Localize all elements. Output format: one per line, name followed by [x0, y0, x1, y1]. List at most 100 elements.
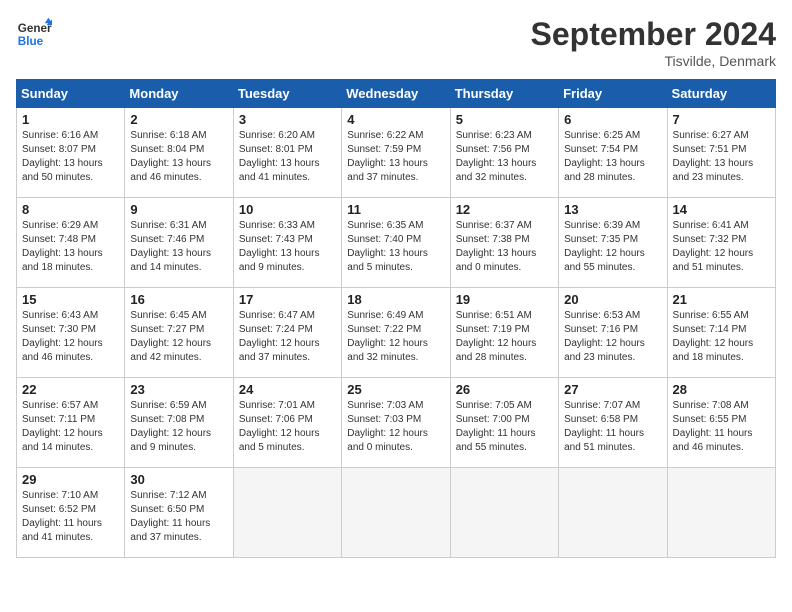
day-number: 6	[564, 112, 661, 127]
day-number: 16	[130, 292, 227, 307]
day-number: 12	[456, 202, 553, 217]
title-area: September 2024 Tisvilde, Denmark	[531, 16, 776, 69]
day-info: Sunrise: 6:18 AMSunset: 8:04 PMDaylight:…	[130, 129, 227, 185]
svg-text:General: General	[18, 22, 52, 35]
logo: General Blue	[16, 16, 52, 52]
calendar-day-cell: 13 Sunrise: 6:39 AMSunset: 7:35 PMDaylig…	[559, 198, 667, 288]
calendar-day-cell: 29 Sunrise: 7:10 AMSunset: 6:52 PMDaylig…	[17, 468, 125, 558]
day-number: 30	[130, 472, 227, 487]
header: General Blue September 2024 Tisvilde, De…	[16, 16, 776, 69]
calendar-day-cell: 27 Sunrise: 7:07 AMSunset: 6:58 PMDaylig…	[559, 378, 667, 468]
calendar-day-cell: 9 Sunrise: 6:31 AMSunset: 7:46 PMDayligh…	[125, 198, 233, 288]
header-thursday: Thursday	[450, 80, 558, 108]
logo-icon: General Blue	[16, 16, 52, 52]
calendar-day-cell: 16 Sunrise: 6:45 AMSunset: 7:27 PMDaylig…	[125, 288, 233, 378]
day-info: Sunrise: 7:01 AMSunset: 7:06 PMDaylight:…	[239, 399, 336, 455]
calendar-day-cell	[450, 468, 558, 558]
day-number: 27	[564, 382, 661, 397]
calendar-day-cell: 19 Sunrise: 6:51 AMSunset: 7:19 PMDaylig…	[450, 288, 558, 378]
calendar-week-row: 29 Sunrise: 7:10 AMSunset: 6:52 PMDaylig…	[17, 468, 776, 558]
header-friday: Friday	[559, 80, 667, 108]
calendar-day-cell	[667, 468, 775, 558]
day-info: Sunrise: 6:35 AMSunset: 7:40 PMDaylight:…	[347, 219, 444, 275]
day-info: Sunrise: 6:49 AMSunset: 7:22 PMDaylight:…	[347, 309, 444, 365]
day-number: 26	[456, 382, 553, 397]
calendar-day-cell: 15 Sunrise: 6:43 AMSunset: 7:30 PMDaylig…	[17, 288, 125, 378]
calendar-day-cell: 22 Sunrise: 6:57 AMSunset: 7:11 PMDaylig…	[17, 378, 125, 468]
day-info: Sunrise: 7:03 AMSunset: 7:03 PMDaylight:…	[347, 399, 444, 455]
calendar-day-cell	[559, 468, 667, 558]
day-info: Sunrise: 7:07 AMSunset: 6:58 PMDaylight:…	[564, 399, 661, 455]
day-info: Sunrise: 6:43 AMSunset: 7:30 PMDaylight:…	[22, 309, 119, 365]
calendar-week-row: 1 Sunrise: 6:16 AMSunset: 8:07 PMDayligh…	[17, 108, 776, 198]
calendar-day-cell: 10 Sunrise: 6:33 AMSunset: 7:43 PMDaylig…	[233, 198, 341, 288]
day-number: 25	[347, 382, 444, 397]
day-number: 28	[673, 382, 770, 397]
day-info: Sunrise: 6:41 AMSunset: 7:32 PMDaylight:…	[673, 219, 770, 275]
day-number: 19	[456, 292, 553, 307]
calendar-day-cell: 8 Sunrise: 6:29 AMSunset: 7:48 PMDayligh…	[17, 198, 125, 288]
day-info: Sunrise: 7:08 AMSunset: 6:55 PMDaylight:…	[673, 399, 770, 455]
calendar-day-cell: 11 Sunrise: 6:35 AMSunset: 7:40 PMDaylig…	[342, 198, 450, 288]
day-info: Sunrise: 6:23 AMSunset: 7:56 PMDaylight:…	[456, 129, 553, 185]
calendar-day-cell: 20 Sunrise: 6:53 AMSunset: 7:16 PMDaylig…	[559, 288, 667, 378]
day-number: 10	[239, 202, 336, 217]
header-sunday: Sunday	[17, 80, 125, 108]
calendar-day-cell: 12 Sunrise: 6:37 AMSunset: 7:38 PMDaylig…	[450, 198, 558, 288]
day-number: 2	[130, 112, 227, 127]
day-number: 13	[564, 202, 661, 217]
calendar-day-cell: 14 Sunrise: 6:41 AMSunset: 7:32 PMDaylig…	[667, 198, 775, 288]
month-title: September 2024	[531, 16, 776, 53]
calendar-day-cell: 5 Sunrise: 6:23 AMSunset: 7:56 PMDayligh…	[450, 108, 558, 198]
day-number: 23	[130, 382, 227, 397]
calendar-day-cell: 1 Sunrise: 6:16 AMSunset: 8:07 PMDayligh…	[17, 108, 125, 198]
header-wednesday: Wednesday	[342, 80, 450, 108]
day-info: Sunrise: 6:39 AMSunset: 7:35 PMDaylight:…	[564, 219, 661, 275]
header-tuesday: Tuesday	[233, 80, 341, 108]
day-info: Sunrise: 6:53 AMSunset: 7:16 PMDaylight:…	[564, 309, 661, 365]
day-number: 22	[22, 382, 119, 397]
calendar-day-cell: 21 Sunrise: 6:55 AMSunset: 7:14 PMDaylig…	[667, 288, 775, 378]
day-info: Sunrise: 6:16 AMSunset: 8:07 PMDaylight:…	[22, 129, 119, 185]
calendar-table: Sunday Monday Tuesday Wednesday Thursday…	[16, 79, 776, 558]
calendar-week-row: 15 Sunrise: 6:43 AMSunset: 7:30 PMDaylig…	[17, 288, 776, 378]
calendar-day-cell: 23 Sunrise: 6:59 AMSunset: 7:08 PMDaylig…	[125, 378, 233, 468]
svg-text:Blue: Blue	[18, 35, 44, 48]
calendar-day-cell: 17 Sunrise: 6:47 AMSunset: 7:24 PMDaylig…	[233, 288, 341, 378]
day-info: Sunrise: 6:47 AMSunset: 7:24 PMDaylight:…	[239, 309, 336, 365]
calendar-week-row: 22 Sunrise: 6:57 AMSunset: 7:11 PMDaylig…	[17, 378, 776, 468]
day-info: Sunrise: 6:31 AMSunset: 7:46 PMDaylight:…	[130, 219, 227, 275]
day-info: Sunrise: 6:45 AMSunset: 7:27 PMDaylight:…	[130, 309, 227, 365]
header-saturday: Saturday	[667, 80, 775, 108]
day-number: 4	[347, 112, 444, 127]
day-info: Sunrise: 6:27 AMSunset: 7:51 PMDaylight:…	[673, 129, 770, 185]
header-monday: Monday	[125, 80, 233, 108]
day-info: Sunrise: 6:51 AMSunset: 7:19 PMDaylight:…	[456, 309, 553, 365]
calendar-day-cell: 4 Sunrise: 6:22 AMSunset: 7:59 PMDayligh…	[342, 108, 450, 198]
day-number: 18	[347, 292, 444, 307]
day-number: 24	[239, 382, 336, 397]
calendar-day-cell: 30 Sunrise: 7:12 AMSunset: 6:50 PMDaylig…	[125, 468, 233, 558]
calendar-day-cell: 24 Sunrise: 7:01 AMSunset: 7:06 PMDaylig…	[233, 378, 341, 468]
day-info: Sunrise: 6:37 AMSunset: 7:38 PMDaylight:…	[456, 219, 553, 275]
calendar-day-cell	[233, 468, 341, 558]
calendar-day-cell: 26 Sunrise: 7:05 AMSunset: 7:00 PMDaylig…	[450, 378, 558, 468]
day-number: 15	[22, 292, 119, 307]
day-number: 11	[347, 202, 444, 217]
weekday-header-row: Sunday Monday Tuesday Wednesday Thursday…	[17, 80, 776, 108]
day-number: 5	[456, 112, 553, 127]
day-info: Sunrise: 6:55 AMSunset: 7:14 PMDaylight:…	[673, 309, 770, 365]
day-number: 17	[239, 292, 336, 307]
day-number: 7	[673, 112, 770, 127]
day-info: Sunrise: 7:12 AMSunset: 6:50 PMDaylight:…	[130, 489, 227, 545]
calendar-day-cell: 28 Sunrise: 7:08 AMSunset: 6:55 PMDaylig…	[667, 378, 775, 468]
day-info: Sunrise: 6:33 AMSunset: 7:43 PMDaylight:…	[239, 219, 336, 275]
calendar-day-cell: 7 Sunrise: 6:27 AMSunset: 7:51 PMDayligh…	[667, 108, 775, 198]
calendar-week-row: 8 Sunrise: 6:29 AMSunset: 7:48 PMDayligh…	[17, 198, 776, 288]
day-number: 14	[673, 202, 770, 217]
day-info: Sunrise: 6:25 AMSunset: 7:54 PMDaylight:…	[564, 129, 661, 185]
day-number: 29	[22, 472, 119, 487]
day-number: 20	[564, 292, 661, 307]
day-number: 8	[22, 202, 119, 217]
location: Tisvilde, Denmark	[531, 53, 776, 69]
